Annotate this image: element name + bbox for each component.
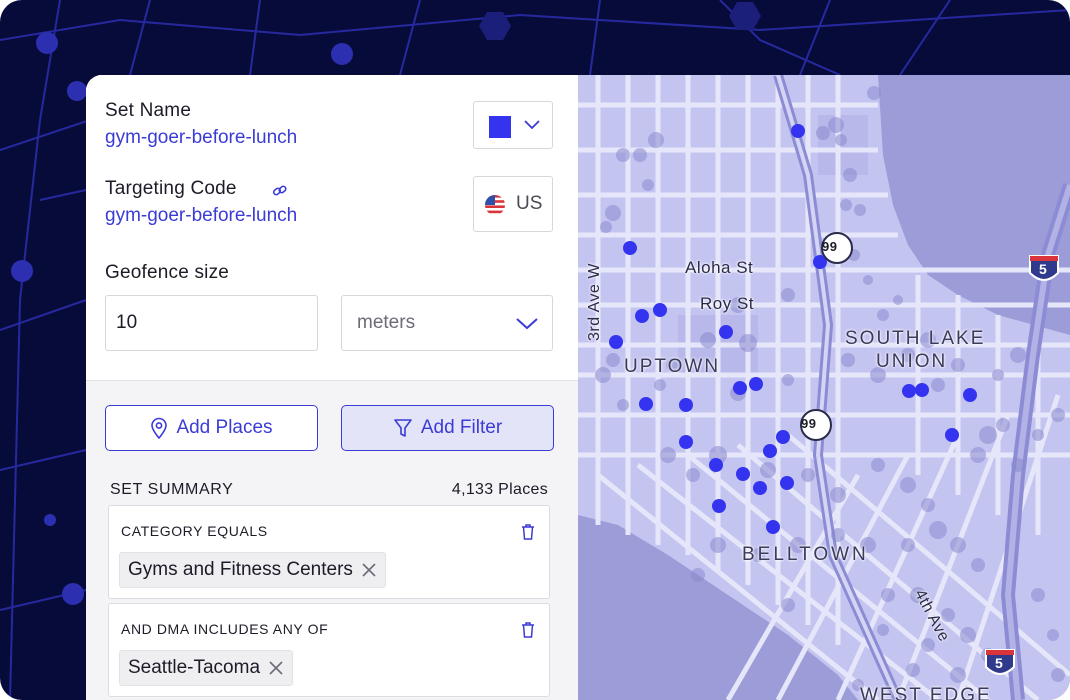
filter-chip: Gyms and Fitness Centers: [119, 552, 386, 588]
sr99-shield-label: 99: [822, 239, 838, 254]
map-label-west-edge: WEST EDGE: [860, 685, 992, 700]
filter-chip-label: Seattle-Tacoma: [128, 657, 261, 678]
set-name-label: Set Name: [105, 100, 192, 121]
geofence-size-input[interactable]: 10: [105, 295, 318, 351]
i5-shield-label: 5: [995, 655, 1004, 671]
trash-icon[interactable]: [521, 524, 535, 540]
unit-select[interactable]: meters: [341, 295, 553, 351]
add-places-button[interactable]: Add Places: [105, 405, 318, 451]
sr99-shield-label: 99: [801, 416, 817, 431]
map-label-belltown: BELLTOWN: [742, 544, 869, 565]
geofence-size-label: Geofence size: [105, 262, 230, 283]
set-editor-card: Set Name gym-goer-before-lunch Targeting…: [86, 75, 1070, 700]
set-panel: Set Name gym-goer-before-lunch Targeting…: [86, 75, 578, 700]
add-filter-button[interactable]: Add Filter: [341, 405, 554, 451]
filter-title: AND DMA INCLUDES ANY OF: [121, 621, 329, 637]
country-selector[interactable]: US: [473, 176, 553, 232]
add-places-label: Add Places: [176, 417, 273, 438]
filter-chip: Seattle-Tacoma: [119, 650, 294, 686]
map-label-aloha-st: Aloha St: [685, 258, 754, 277]
color-swatch: [489, 116, 511, 138]
location-pin-icon: [151, 417, 168, 439]
set-settings: Set Name gym-goer-before-lunch Targeting…: [86, 75, 578, 381]
places-count: 4,133 Places: [451, 481, 548, 498]
filter-chip-label: Gyms and Fitness Centers: [128, 559, 353, 580]
i5-shield-label: 5: [1039, 261, 1048, 277]
map-view[interactable]: 99 99 5 5 Aloha St Roy St 3rd Ave W UPTO…: [578, 75, 1070, 700]
targeting-code-label: Targeting Code: [105, 178, 237, 199]
filter-title: CATEGORY EQUALS: [121, 523, 268, 539]
set-name-value[interactable]: gym-goer-before-lunch: [105, 127, 297, 149]
app-frame: Set Name gym-goer-before-lunch Targeting…: [0, 0, 1070, 700]
map-label-roy-st: Roy St: [700, 294, 755, 313]
targeting-code-value[interactable]: gym-goer-before-lunch: [105, 205, 297, 227]
map-label-uptown: UPTOWN: [624, 356, 721, 377]
unit-select-value: meters: [357, 312, 416, 333]
map-canvas[interactable]: [578, 75, 1070, 700]
filter-funnel-icon: [394, 419, 412, 437]
map-label-union: UNION: [876, 351, 948, 372]
add-filter-label: Add Filter: [420, 417, 503, 438]
map-label-3rd-ave-w: 3rd Ave W: [586, 262, 604, 342]
chevron-down-icon: [524, 120, 540, 130]
remove-chip-icon[interactable]: [361, 562, 377, 578]
set-summary-heading: SET SUMMARY: [110, 481, 234, 498]
chevron-down-icon: [516, 318, 538, 330]
filter-card-category: CATEGORY EQUALS Gyms and Fitness Centers: [108, 505, 550, 599]
trash-icon[interactable]: [521, 622, 535, 638]
us-flag-icon: [485, 195, 505, 215]
link-icon[interactable]: [272, 183, 288, 199]
country-code: US: [516, 193, 543, 214]
map-label-south-lake: SOUTH LAKE: [845, 328, 986, 349]
filter-card-dma: AND DMA INCLUDES ANY OF Seattle-Tacoma: [108, 603, 550, 697]
color-picker[interactable]: [473, 101, 553, 149]
remove-chip-icon[interactable]: [268, 660, 284, 676]
